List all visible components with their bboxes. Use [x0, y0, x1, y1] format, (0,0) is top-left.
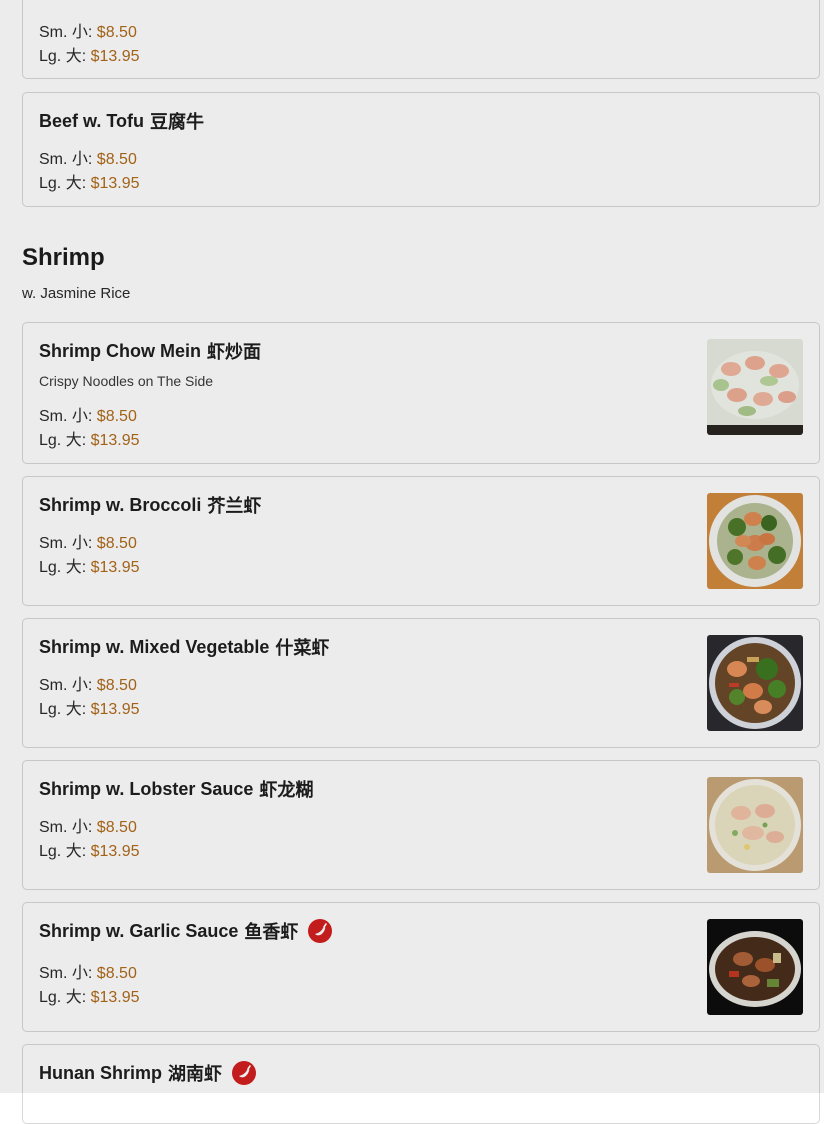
shrimp-mixed-vegetable-photo[interactable]	[707, 635, 803, 731]
small-size-label: Sm. 小:	[39, 677, 93, 694]
item-name-english: Shrimp Chow Mein	[39, 340, 201, 361]
shrimp-lobster-sauce-photo[interactable]	[707, 777, 803, 873]
item-name-chinese: 湖南虾	[168, 1064, 223, 1084]
small-size-label: Sm. 小:	[39, 819, 93, 836]
large-price: $13.95	[90, 432, 140, 449]
small-size-label: Sm. 小:	[39, 24, 93, 41]
item-name-english: Shrimp w. Lobster Sauce	[39, 778, 254, 799]
small-price: $8.50	[96, 677, 137, 694]
item-name-chinese: 虾炒面	[207, 342, 261, 362]
small-price: $8.50	[96, 535, 137, 552]
large-price-row: Lg. 大: $13.95	[39, 42, 140, 66]
large-size-label: Lg. 大:	[39, 843, 87, 860]
item-name-chinese: 芥兰虾	[207, 496, 262, 516]
large-price-row: Lg. 大: $13.95	[39, 553, 140, 577]
item-name-english: Shrimp w. Mixed Vegetable	[39, 636, 270, 657]
large-size-label: Lg. 大:	[39, 559, 87, 576]
menu-item-shrimp-lobster-sauce[interactable]: Shrimp w. Lobster Sauce 虾龙糊 Sm. 小: $8.50…	[22, 760, 820, 890]
small-size-label: Sm. 小:	[39, 535, 93, 552]
small-price-row: Sm. 小: $8.50	[39, 145, 137, 169]
large-size-label: Lg. 大:	[39, 701, 87, 718]
small-size-label: Sm. 小:	[39, 408, 93, 425]
item-name: Beef w. Tofu 豆腐牛	[39, 108, 204, 134]
large-price-row: Lg. 大: $13.95	[39, 837, 140, 861]
item-name: Shrimp Chow Mein 虾炒面	[39, 338, 261, 364]
item-name: Shrimp w. Broccoli 芥兰虾	[39, 492, 261, 518]
small-price: $8.50	[96, 408, 137, 425]
small-price-row: Sm. 小: $8.50	[39, 402, 137, 426]
item-name: Shrimp w. Lobster Sauce 虾龙糊	[39, 776, 313, 802]
menu-item-shrimp-chow-mein[interactable]: Shrimp Chow Mein 虾炒面 Crispy Noodles on T…	[22, 322, 820, 464]
large-price-row: Lg. 大: $13.95	[39, 983, 140, 1007]
large-size-label: Lg. 大:	[39, 432, 87, 449]
shrimp-garlic-sauce-photo[interactable]	[707, 919, 803, 1015]
item-name-english: Shrimp w. Garlic Sauce	[39, 920, 239, 941]
shrimp-chow-mein-photo[interactable]	[707, 339, 803, 435]
large-price: $13.95	[90, 559, 140, 576]
large-size-label: Lg. 大:	[39, 989, 87, 1006]
small-price-row: Sm. 小: $8.50	[39, 671, 137, 695]
item-name: Hunan Shrimp 湖南虾	[39, 1060, 257, 1086]
small-price: $8.50	[96, 965, 137, 982]
small-price-row: Sm. 小: $8.50	[39, 813, 137, 837]
item-name: Shrimp w. Garlic Sauce 鱼香虾	[39, 918, 333, 944]
small-price-row: Sm. 小: $8.50	[39, 529, 137, 553]
item-name-chinese: 鱼香虾	[244, 922, 299, 942]
large-price-row: Lg. 大: $13.95	[39, 695, 140, 719]
large-price-row: Lg. 大: $13.95	[39, 426, 140, 450]
item-description: Crispy Noodles on The Side	[39, 373, 214, 389]
small-price: $8.50	[96, 24, 137, 41]
menu-item-shrimp-mixed-vegetable[interactable]: Shrimp w. Mixed Vegetable 什菜虾 Sm. 小: $8.…	[22, 618, 820, 748]
large-price-row: Lg. 大: $13.95	[39, 169, 140, 193]
shrimp-broccoli-photo[interactable]	[707, 493, 803, 589]
section-subtitle: w. Jasmine Rice	[22, 285, 131, 302]
small-size-label: Sm. 小:	[39, 965, 93, 982]
large-price: $13.95	[90, 701, 140, 718]
large-price: $13.95	[90, 989, 140, 1006]
chili-pepper-icon	[308, 919, 333, 943]
menu-item-shrimp-garlic-sauce[interactable]: Shrimp w. Garlic Sauce 鱼香虾 Sm. 小: $8.50 …	[22, 902, 820, 1032]
item-name-english: Shrimp w. Broccoli	[39, 494, 202, 515]
small-price-row: Sm. 小: $8.50	[39, 18, 137, 42]
small-price: $8.50	[96, 151, 137, 168]
item-name-english: Beef w. Tofu	[39, 110, 144, 131]
large-size-label: Lg. 大:	[39, 48, 87, 65]
menu-item-hunan-shrimp[interactable]: Hunan Shrimp 湖南虾	[22, 1044, 820, 1124]
menu-item-shrimp-broccoli[interactable]: Shrimp w. Broccoli 芥兰虾 Sm. 小: $8.50 Lg. …	[22, 476, 820, 606]
small-size-label: Sm. 小:	[39, 151, 93, 168]
large-size-label: Lg. 大:	[39, 175, 87, 192]
large-price: $13.95	[90, 843, 140, 860]
large-price: $13.95	[90, 175, 140, 192]
item-name-chinese: 什菜虾	[275, 638, 330, 658]
small-price-row: Sm. 小: $8.50	[39, 959, 137, 983]
chili-pepper-icon	[232, 1061, 257, 1085]
menu-item-beef-tofu[interactable]: Beef w. Tofu 豆腐牛 Sm. 小: $8.50 Lg. 大: $13…	[22, 92, 820, 207]
item-name-english: Hunan Shrimp	[39, 1062, 163, 1083]
large-price: $13.95	[90, 48, 140, 65]
small-price: $8.50	[96, 819, 137, 836]
item-name-chinese: 豆腐牛	[150, 112, 204, 132]
section-title: Shrimp	[22, 244, 105, 271]
item-name: Shrimp w. Mixed Vegetable 什菜虾	[39, 634, 329, 660]
item-name-chinese: 虾龙糊	[259, 780, 314, 800]
menu-item-card-partial[interactable]: Sm. 小: $8.50 Lg. 大: $13.95	[22, 0, 820, 79]
menu-page: Sm. 小: $8.50 Lg. 大: $13.95 Beef w. Tofu …	[0, 0, 824, 1124]
